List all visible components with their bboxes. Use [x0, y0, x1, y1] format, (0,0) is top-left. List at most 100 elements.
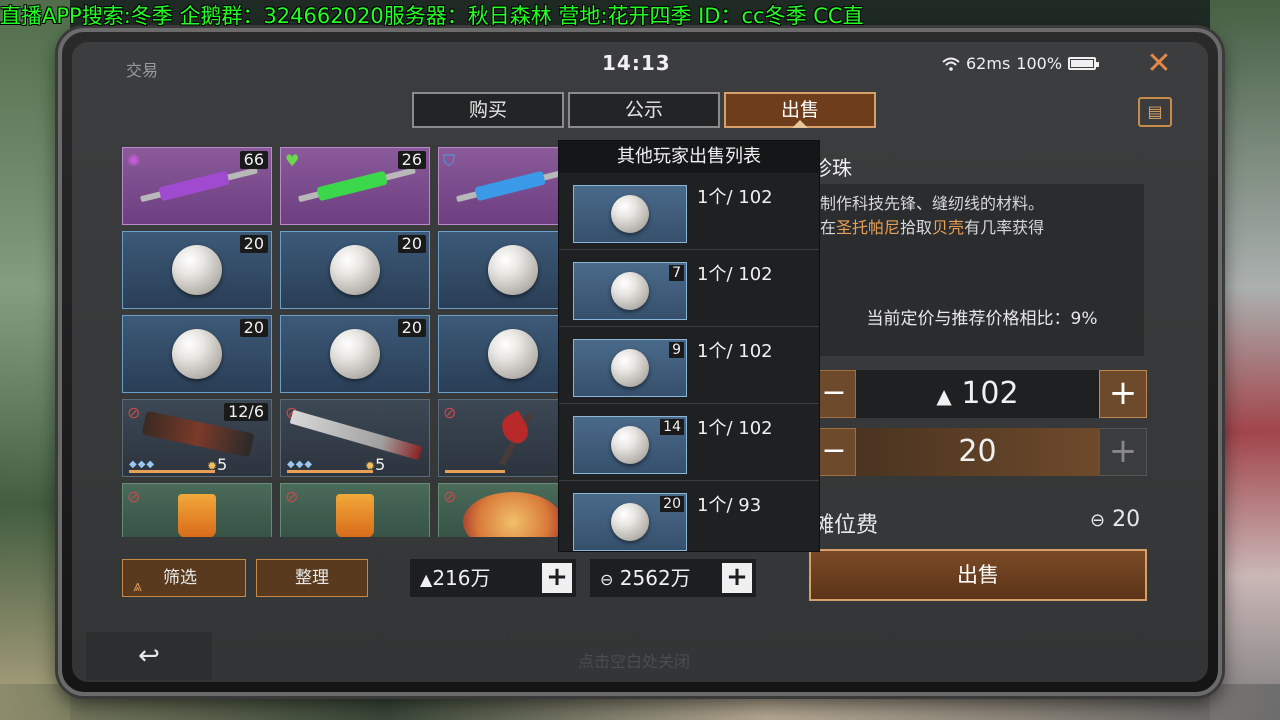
pearl-icon — [611, 426, 649, 464]
listing-qty: 7 — [669, 265, 684, 281]
orange-drink-icon — [336, 494, 374, 537]
screen-title: 交易 — [126, 61, 159, 80]
add-coin-button[interactable]: + — [722, 563, 752, 593]
durability-bar — [287, 470, 373, 473]
battery-text: 100% — [1016, 54, 1063, 73]
pizza-icon — [463, 492, 563, 537]
listing-item[interactable]: 7 1个/ 102 — [559, 250, 819, 327]
pearl-icon — [172, 329, 222, 379]
durability-bar — [445, 470, 505, 473]
item-count: 12/6 — [224, 403, 268, 421]
filter-button[interactable]: ⩓ 筛选 — [122, 559, 246, 597]
clipboard-icon: ▤ — [1147, 102, 1163, 121]
currency-icon: ▲ — [936, 384, 952, 408]
pearl-icon — [611, 349, 649, 387]
listing-price: 1个/ 102 — [697, 341, 773, 362]
no-trade-icon: ⊘ — [443, 487, 457, 506]
price-stepper: − ▲ 102 + — [812, 370, 1147, 418]
ping-text: 62ms — [966, 54, 1011, 73]
inventory-slot-drink[interactable]: ⊘ — [280, 483, 430, 537]
tap-to-close-hint: 点击空白处关闭 — [578, 652, 691, 671]
desc-line-1: 制作科技先锋、缝纫线的材料。 — [820, 194, 1045, 213]
durability-bar — [129, 470, 215, 473]
inventory-slot-drink[interactable]: ⊘ — [122, 483, 272, 537]
pearl-icon — [611, 503, 649, 541]
add-gold-button[interactable]: + — [542, 563, 572, 593]
quantity-value[interactable]: 20 — [856, 428, 1099, 476]
inventory-grid: ✺ 66 ♥ 26 ⛉ 20 20 20 20 ⊘ 12/6 ◆◆◆ ✹5 ◆◆… — [122, 147, 567, 537]
pearl-icon — [611, 195, 649, 233]
status-indicators: 62ms 100% — [942, 54, 1100, 73]
item-count: 20 — [397, 319, 426, 337]
currency-coin: ⊖ 2562万 + — [590, 559, 756, 597]
item-description: 制作科技先锋、缝纫线的材料。 在圣托帕尼拾取贝壳有几率获得 — [812, 184, 1144, 282]
gold-icon: ▲ — [420, 570, 433, 589]
stall-fee-value: ⊖ 20 — [1090, 507, 1141, 532]
listing-thumb: 20 — [573, 493, 687, 551]
no-trade-icon: ⊘ — [285, 487, 299, 506]
listing-thumb: 7 — [573, 262, 687, 320]
pearl-icon — [172, 245, 222, 295]
listing-thumb: 14 — [573, 416, 687, 474]
inventory-slot-pearl[interactable]: 20 — [122, 231, 272, 309]
item-count: 26 — [397, 151, 426, 169]
item-count: 20 — [397, 235, 426, 253]
tab-buy[interactable]: 购买 — [412, 92, 564, 128]
inventory-slot-syringe-purple[interactable]: ✺ 66 — [122, 147, 272, 225]
back-button[interactable]: ↩ — [86, 632, 212, 680]
inventory-slot-saw-blade[interactable]: ⊘ ◆◆◆ ✹5 — [280, 399, 430, 477]
listing-item[interactable]: 9 1个/ 102 — [559, 327, 819, 404]
listing-price: 1个/ 102 — [697, 264, 773, 285]
inventory-slot-pearl[interactable]: 20 — [280, 231, 430, 309]
inventory-slot-pizza[interactable]: ⊘ — [438, 483, 567, 537]
heart-plus-icon: ♥ — [285, 151, 300, 170]
pearl-icon — [611, 272, 649, 310]
saw-blade-icon — [289, 409, 423, 461]
tab-notice[interactable]: 公示 — [568, 92, 720, 128]
popup-title: 其他玩家出售列表 — [559, 141, 819, 173]
syringe-icon — [297, 162, 416, 208]
listing-item[interactable]: 14 1个/ 102 — [559, 404, 819, 481]
tab-sell[interactable]: 出售 — [724, 92, 876, 128]
desc-line-2: 在圣托帕尼拾取贝壳有几率获得 — [820, 218, 1045, 237]
stall-fee-label: 摊位费 — [812, 513, 879, 538]
inventory-slot-pearl[interactable]: 20 — [122, 315, 272, 393]
listing-qty: 20 — [660, 496, 684, 512]
listing-price: 1个/ 93 — [697, 495, 762, 516]
listing-item[interactable]: 20 1个/ 93 — [559, 481, 819, 551]
sell-button[interactable]: 出售 — [809, 549, 1147, 601]
pearl-icon — [488, 245, 538, 295]
quantity-increase-button[interactable]: + — [1099, 428, 1147, 476]
price-increase-button[interactable]: + — [1099, 370, 1147, 418]
listing-list[interactable]: 1个/ 102 7 1个/ 102 9 1个/ 102 14 1个/ 102 2… — [559, 173, 819, 551]
price-value[interactable]: ▲ 102 — [856, 370, 1099, 418]
inventory-slot-pickaxe[interactable]: ⊘ — [438, 399, 567, 477]
listing-price: 1个/ 102 — [697, 418, 773, 439]
coin-icon: ⊖ — [600, 570, 614, 589]
inventory-slot-rifle[interactable]: ⊘ 12/6 ◆◆◆ ✹5 — [122, 399, 272, 477]
back-arrow-icon: ↩ — [138, 641, 160, 671]
item-count: 20 — [239, 319, 268, 337]
listing-item[interactable]: 1个/ 102 — [559, 173, 819, 250]
trade-tablet: 交易 14:13 62ms 100% ✕ 购买 公示 出售 ▤ ✺ 66 ♥ 2… — [58, 28, 1222, 696]
stream-marquee: 直播APP搜索:冬季 企鹅群：324662020服务器：秋日森林 营地:花开四季… — [0, 4, 864, 28]
inventory-slot-pearl[interactable] — [438, 315, 567, 393]
rarity-icon: ◆◆◆ — [287, 459, 314, 470]
virus-icon: ✺ — [127, 151, 141, 170]
listing-qty: 9 — [669, 342, 684, 358]
coin-icon: ⊖ — [1090, 510, 1106, 531]
sort-button[interactable]: 整理 — [256, 559, 368, 597]
inventory-slot-syringe-green[interactable]: ♥ 26 — [280, 147, 430, 225]
inventory-slot-syringe-blue[interactable]: ⛉ — [438, 147, 567, 225]
pearl-icon — [330, 329, 380, 379]
listing-price: 1个/ 102 — [697, 187, 773, 208]
trade-screen: 交易 14:13 62ms 100% ✕ 购买 公示 出售 ▤ ✺ 66 ♥ 2… — [72, 42, 1208, 682]
inventory-slot-pearl[interactable] — [438, 231, 567, 309]
close-button[interactable]: ✕ — [1144, 49, 1174, 80]
clipboard-button[interactable]: ▤ — [1138, 97, 1172, 127]
inventory-slot-pearl[interactable]: 20 — [280, 315, 430, 393]
listing-qty: 14 — [660, 419, 684, 435]
item-count: 20 — [239, 235, 268, 253]
no-trade-icon: ⊘ — [443, 403, 457, 422]
clock: 14:13 — [602, 51, 671, 75]
